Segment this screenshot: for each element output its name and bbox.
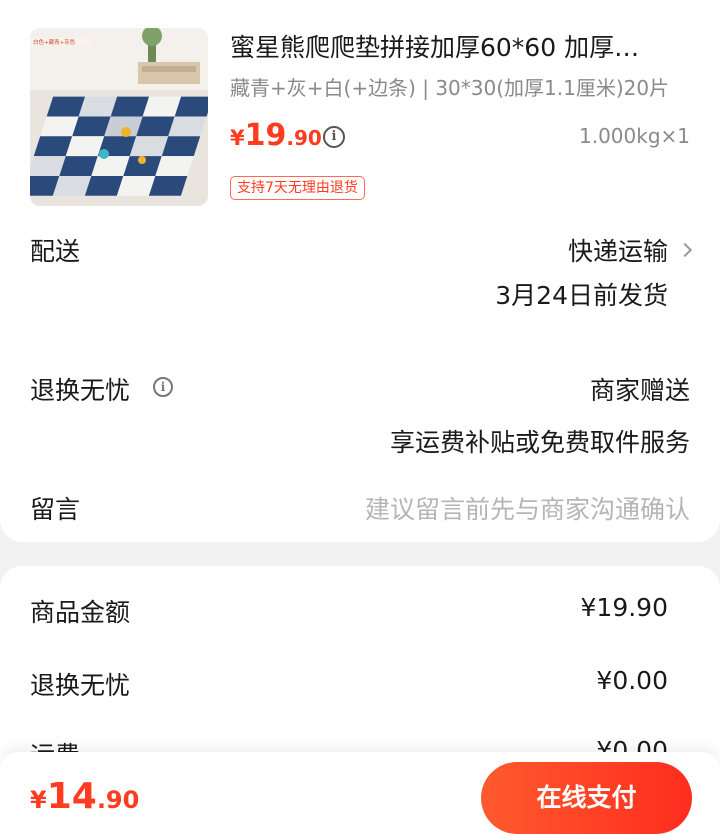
order-total: ¥14.90 — [30, 776, 139, 817]
return-service-label: 退换无忧 — [30, 376, 131, 405]
price-currency: ¥ — [230, 126, 245, 150]
order-item-card: 白色+藏青+灰色 蜜星熊爬爬垫拼接加厚60*60 加厚… 藏青+灰+白(+边条)… — [0, 0, 720, 542]
play-mat-photo: 白色+藏青+灰色 — [30, 28, 208, 206]
return-policy-badge: 支持7天无理由退货 — [230, 176, 365, 200]
summary-item-label: 退换无忧 — [30, 671, 131, 700]
chevron-right-icon — [677, 242, 693, 258]
product-spec[interactable]: 藏青+灰+白(+边条) | 30*30(加厚1.1厘米)20片 — [230, 72, 700, 101]
price-decimal: .90 — [286, 126, 322, 150]
ship-date: 3月24日前发货 — [495, 281, 668, 310]
pay-online-button[interactable]: 在线支付 — [481, 762, 692, 834]
color-tag-label: 白色+藏青+灰色 — [33, 38, 76, 46]
product-price: ¥19.90 — [230, 118, 322, 153]
summary-item-label: 商品金额 — [30, 598, 131, 627]
message-input[interactable]: 建议留言前先与商家沟通确认 — [365, 490, 690, 526]
total-integer: 14 — [46, 776, 97, 817]
product-weight-quantity: 1.000kg×1 — [578, 124, 690, 148]
return-service-value: 商家赠送 — [589, 376, 690, 405]
price-integer: 19 — [244, 118, 287, 153]
product-image[interactable]: 白色+藏青+灰色 — [30, 28, 208, 206]
message-label: 留言 — [30, 495, 81, 524]
summary-item-value: ¥0.00 — [596, 666, 668, 695]
return-service-info-icon[interactable]: i — [153, 376, 173, 397]
delivery-method-selector[interactable]: 快递运输 — [567, 232, 693, 268]
product-title[interactable]: 蜜星熊爬爬垫拼接加厚60*60 加厚… — [230, 30, 700, 66]
return-service-desc: 享运费补贴或免费取件服务 — [389, 428, 690, 457]
delivery-label: 配送 — [30, 237, 81, 266]
summary-item-value: ¥19.90 — [580, 593, 668, 622]
price-info-icon[interactable]: i — [323, 126, 345, 148]
total-decimal: .90 — [96, 786, 140, 814]
delivery-method: 快递运输 — [567, 237, 668, 266]
total-currency: ¥ — [30, 786, 47, 814]
